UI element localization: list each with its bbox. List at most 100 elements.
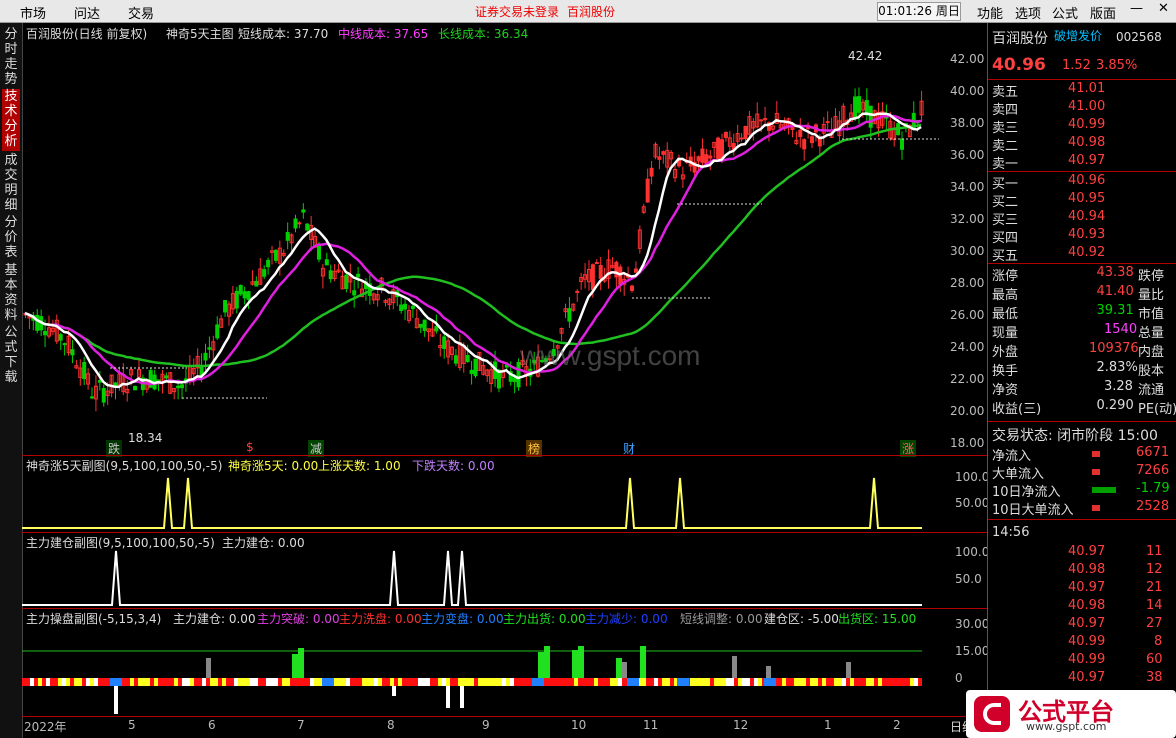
logo-mark-icon bbox=[974, 696, 1010, 732]
chart-title: 百润股份(日线 前复权) bbox=[26, 27, 148, 41]
sub2-ytick-100: 100.0 bbox=[955, 545, 990, 559]
sub3-bar bbox=[394, 678, 398, 686]
tick-price: 40.99 bbox=[1068, 634, 1106, 649]
ask-label: 卖五 bbox=[992, 85, 1019, 100]
candle-body bbox=[399, 304, 404, 311]
sub3-bar bbox=[510, 678, 514, 686]
candle-body bbox=[696, 156, 701, 162]
sub3-bar bbox=[386, 678, 390, 686]
sub3-bar bbox=[662, 678, 666, 686]
candle-body bbox=[356, 273, 361, 278]
stat-label: 收益(三) bbox=[992, 402, 1042, 417]
menu-layout[interactable]: 版面 bbox=[1090, 3, 1116, 22]
candle-body bbox=[512, 377, 517, 382]
sub3-bar bbox=[750, 678, 754, 686]
sub3-bar bbox=[154, 678, 158, 686]
stat-value: 43.38 bbox=[1096, 265, 1134, 280]
sub3-bar bbox=[718, 678, 722, 686]
sub3-bar bbox=[262, 678, 266, 686]
sub3-bar bbox=[918, 678, 922, 686]
candle-body bbox=[853, 96, 858, 119]
tick-price: 40.99 bbox=[1068, 652, 1106, 667]
sub2-ytick-50: 50.0 bbox=[955, 572, 982, 586]
xtick-7: 11 bbox=[643, 718, 659, 732]
sub3-bar bbox=[242, 678, 246, 686]
candle-body bbox=[176, 385, 181, 389]
sub3-bar bbox=[470, 678, 474, 686]
sub3-bar bbox=[886, 678, 890, 686]
sub3-bar bbox=[98, 678, 102, 686]
candle-body bbox=[442, 336, 447, 350]
candle-body bbox=[645, 178, 650, 203]
candle-body bbox=[567, 308, 572, 322]
nav-intraday[interactable]: 分时走势 bbox=[2, 27, 20, 87]
stock-code: 002568 bbox=[1116, 30, 1162, 44]
sub3-bar bbox=[764, 678, 776, 686]
tick-volume: 14 bbox=[1146, 598, 1163, 613]
menu-function[interactable]: 功能 bbox=[977, 3, 1003, 22]
menu-formula[interactable]: 公式 bbox=[1052, 3, 1078, 22]
sub3-bar bbox=[640, 646, 646, 678]
sub3-bar bbox=[186, 678, 190, 686]
sub3-bar bbox=[170, 678, 174, 686]
sub3-bar bbox=[502, 678, 506, 686]
high-annotation: 42.42 bbox=[848, 49, 882, 63]
candle-body bbox=[633, 268, 638, 273]
candlestick-chart[interactable]: 42.42 18.34 bbox=[22, 42, 939, 452]
main-ytick: 30.00 bbox=[950, 244, 985, 258]
sub3-bar bbox=[826, 678, 830, 686]
sub3-bar bbox=[838, 678, 842, 686]
login-status[interactable]: 证券交易未登录 bbox=[475, 3, 559, 20]
sub3-chart[interactable] bbox=[22, 622, 939, 718]
candle-body bbox=[575, 290, 580, 293]
sub3-bar bbox=[178, 678, 182, 686]
sub3-bar bbox=[710, 678, 714, 686]
sub3-bar bbox=[414, 678, 418, 686]
main-ytick: 32.00 bbox=[950, 212, 985, 226]
price-change: 1.52 bbox=[1062, 58, 1091, 73]
sub1-chart[interactable] bbox=[22, 470, 939, 532]
sub3-bar bbox=[618, 678, 622, 686]
nav-formula-download[interactable]: 公式下载 bbox=[2, 325, 20, 385]
sub3-bar bbox=[334, 678, 338, 686]
sub3-bar bbox=[292, 654, 298, 678]
candle-body bbox=[101, 387, 106, 403]
stat-right-label: PE(动) bbox=[1138, 402, 1176, 417]
sub3-bar bbox=[694, 678, 698, 686]
menu-market[interactable]: 市场 bbox=[20, 3, 46, 22]
candle-body bbox=[856, 96, 861, 113]
sub3-bar bbox=[206, 658, 211, 678]
sub3-bar bbox=[602, 678, 606, 686]
menu-trade[interactable]: 交易 bbox=[128, 3, 154, 22]
sub3-bar bbox=[298, 678, 302, 686]
main-ytick: 28.00 bbox=[950, 276, 985, 290]
menu-options[interactable]: 选项 bbox=[1015, 3, 1041, 22]
sub2-chart[interactable] bbox=[22, 545, 939, 607]
candle-body bbox=[82, 361, 87, 380]
candle-body bbox=[285, 232, 290, 241]
close-icon[interactable]: ✕ bbox=[1158, 1, 1169, 16]
sub3-bar bbox=[790, 678, 794, 686]
current-stock-name: 百润股份 bbox=[567, 5, 616, 19]
flow-label: 净流入 bbox=[992, 449, 1032, 464]
menu-wenda[interactable]: 问达 bbox=[74, 3, 100, 22]
nav-price-table[interactable]: 分价表 bbox=[2, 215, 20, 261]
sub3-bar bbox=[226, 678, 230, 686]
sub3-bar bbox=[418, 678, 422, 686]
price-change-pct: 3.85% bbox=[1096, 58, 1138, 73]
minimize-icon[interactable]: — bbox=[1130, 1, 1143, 16]
sub3-bar bbox=[698, 678, 702, 686]
stat-value: 2.83% bbox=[1096, 360, 1138, 375]
candle-body bbox=[97, 380, 102, 383]
nav-deals[interactable]: 成交明细 bbox=[2, 153, 20, 213]
marker-dollar[interactable]: $ bbox=[246, 440, 254, 454]
indicator-name[interactable]: 神奇5天主图 bbox=[166, 25, 234, 42]
xtick-1: 5 bbox=[128, 718, 136, 732]
sub3-bar bbox=[714, 678, 718, 686]
nav-technical[interactable]: 技术分析 bbox=[2, 89, 20, 151]
sub3-bar bbox=[38, 678, 42, 686]
clock: 01:01:26 周日 bbox=[877, 2, 961, 21]
sub3-bar bbox=[646, 678, 650, 686]
stat-value: 0.290 bbox=[1096, 398, 1134, 413]
nav-basic-info[interactable]: 基本资料 bbox=[2, 263, 20, 323]
